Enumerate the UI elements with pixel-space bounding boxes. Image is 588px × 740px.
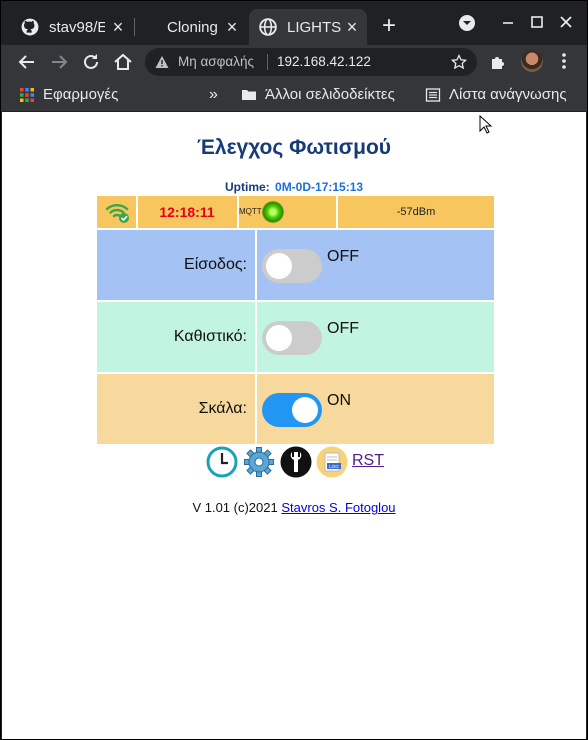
bookmark-reading-list-label: Λίστα ανάγνωσης	[449, 86, 567, 103]
maximize-icon[interactable]	[527, 13, 547, 33]
toggle-knob	[292, 397, 318, 423]
tab-search-icon[interactable]	[457, 13, 477, 33]
minimize-icon[interactable]	[498, 13, 518, 33]
row-divider	[255, 374, 257, 444]
uptime: Uptime: 0M-0D-17:15:13	[225, 180, 363, 194]
close-icon[interactable]: ×	[343, 18, 361, 36]
uptime-value: 0M-0D-17:15:13	[275, 180, 364, 194]
light-label: Καθιστικό:	[173, 328, 247, 345]
toggle-knob	[266, 253, 292, 279]
tab-strip: stav98/E × Cloning × LIGHTS × +	[1, 1, 587, 45]
close-icon[interactable]: ×	[109, 18, 127, 36]
bookmark-reading-list[interactable]: Λίστα ανάγνωσης	[425, 86, 567, 103]
wrench-icon[interactable]	[280, 446, 312, 478]
light-toggle[interactable]	[262, 321, 322, 355]
apps-grid-icon	[20, 87, 34, 102]
reload-icon[interactable]	[79, 50, 103, 74]
bookmark-other-label: Άλλοι σελιδοδείκτες	[265, 86, 395, 103]
close-icon[interactable]: ×	[223, 18, 241, 36]
url-text[interactable]: 192.168.42.122	[277, 54, 371, 69]
address-bar[interactable]: Μη ασφαλής 192.168.42.122	[145, 48, 477, 76]
rst-link[interactable]: RST	[352, 452, 384, 470]
uptime-label: Uptime:	[225, 180, 270, 194]
bookmark-other[interactable]: Άλλοι σελιδοδείκτες	[241, 86, 395, 103]
tab-title: Cloning	[167, 18, 218, 36]
browser-window: stav98/E × Cloning × LIGHTS × + Μη ασφαλ…	[1, 1, 587, 739]
new-tab-button[interactable]: +	[377, 14, 401, 39]
toggle-knob	[266, 325, 292, 351]
bookmark-apps-label: Εφαρμογές	[43, 86, 119, 103]
author-link[interactable]: Stavros S. Fotoglou	[281, 500, 395, 515]
light-row-entrance: Είσοδος: OFF	[97, 230, 494, 300]
light-row-living-room: Καθιστικό: OFF	[97, 302, 494, 372]
warning-icon[interactable]	[155, 55, 169, 69]
reading-list-icon	[425, 87, 441, 102]
footer-version: V 1.01 (c)2021	[192, 500, 278, 515]
bookmarks-more-button[interactable]: »	[209, 86, 218, 104]
mqtt-led-icon	[262, 201, 284, 223]
light-label: Σκάλα:	[198, 400, 247, 417]
mouse-cursor-icon	[479, 115, 493, 134]
light-state: OFF	[327, 248, 359, 265]
status-bar: 12:18:11 MQTT -57dBm	[97, 196, 494, 228]
forward-icon[interactable]	[47, 50, 71, 74]
star-icon[interactable]	[451, 54, 467, 70]
light-label: Είσοδος:	[184, 256, 247, 273]
tab-title: LIGHTS	[287, 18, 342, 36]
close-window-icon[interactable]	[556, 13, 576, 33]
clock-icon[interactable]	[206, 446, 238, 478]
row-divider	[255, 302, 257, 372]
light-state: OFF	[327, 320, 359, 337]
github-icon	[21, 18, 39, 36]
svg-text:LOG: LOG	[329, 464, 339, 469]
light-toggle[interactable]	[262, 393, 322, 427]
light-state: ON	[327, 392, 351, 409]
more-chevron-icon: »	[209, 86, 218, 103]
light-toggle[interactable]	[262, 249, 322, 283]
rssi-value: -57dBm	[396, 206, 436, 218]
page-title: Έλεγχος Φωτισμού	[196, 136, 391, 159]
address-separator	[267, 54, 268, 70]
more-menu-icon[interactable]	[561, 52, 567, 70]
bookmarks-bar: Εφαρμογές » Άλλοι σελιδοδείκτες Λίστα αν…	[1, 79, 587, 111]
tab-title: stav98/E	[49, 18, 105, 36]
tab-cloning[interactable]: Cloning ×	[135, 9, 247, 45]
bookmark-apps[interactable]: Εφαρμογές	[19, 86, 118, 103]
avatar[interactable]	[521, 50, 543, 72]
page-content: Έλεγχος Φωτισμού Uptime: 0M-0D-17:15:13 …	[2, 112, 586, 739]
light-row-stairs: Σκάλα: ON	[97, 374, 494, 444]
row-divider	[255, 230, 257, 300]
globe-icon	[259, 18, 277, 36]
status-time: 12:18:11	[159, 204, 215, 220]
footer: V 1.01 (c)2021 Stavros S. Fotoglou	[2, 500, 586, 515]
home-icon[interactable]	[111, 50, 135, 74]
security-label: Μη ασφαλής	[178, 54, 254, 69]
log-icon[interactable]: LOG	[316, 446, 348, 478]
back-icon[interactable]	[15, 50, 39, 74]
tab-github[interactable]: stav98/E ×	[11, 9, 133, 45]
extensions-icon[interactable]	[489, 53, 507, 71]
folder-icon	[242, 89, 256, 100]
wifi-icon	[105, 204, 129, 223]
gear-icon[interactable]	[243, 446, 275, 478]
tab-lights[interactable]: LIGHTS ×	[249, 9, 367, 45]
